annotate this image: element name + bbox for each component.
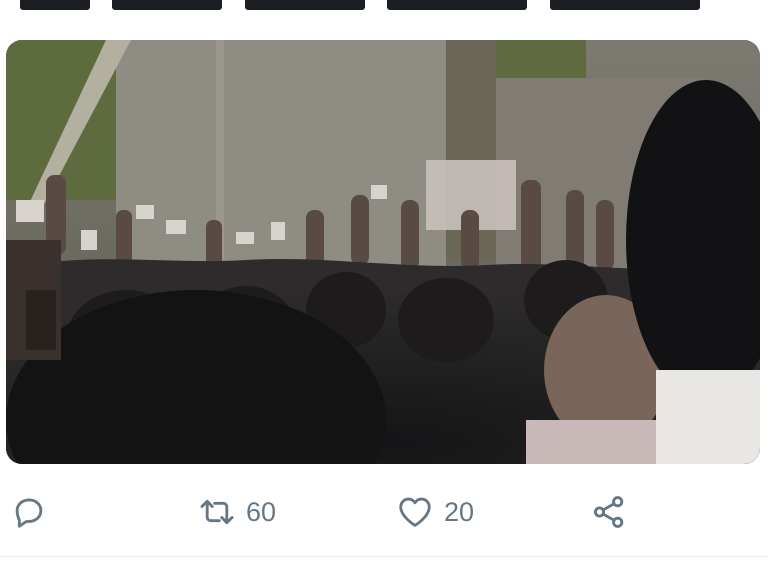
retweet-icon <box>198 493 236 531</box>
share-icon <box>590 493 628 531</box>
tweet-view: 60 20 <box>0 0 768 576</box>
retweet-count: 60 <box>246 496 277 527</box>
like-count: 20 <box>444 496 475 527</box>
retweet-button[interactable]: 60 <box>198 492 276 532</box>
like-button[interactable]: 20 <box>396 492 474 532</box>
divider <box>0 556 768 557</box>
tweet-actions: 60 20 <box>0 480 768 550</box>
heart-icon <box>396 493 434 531</box>
tweet-video[interactable] <box>6 40 760 464</box>
share-button[interactable] <box>590 492 628 532</box>
reply-icon <box>10 493 48 531</box>
reply-button[interactable] <box>10 492 48 532</box>
tweet-text-cutoff <box>0 0 768 12</box>
